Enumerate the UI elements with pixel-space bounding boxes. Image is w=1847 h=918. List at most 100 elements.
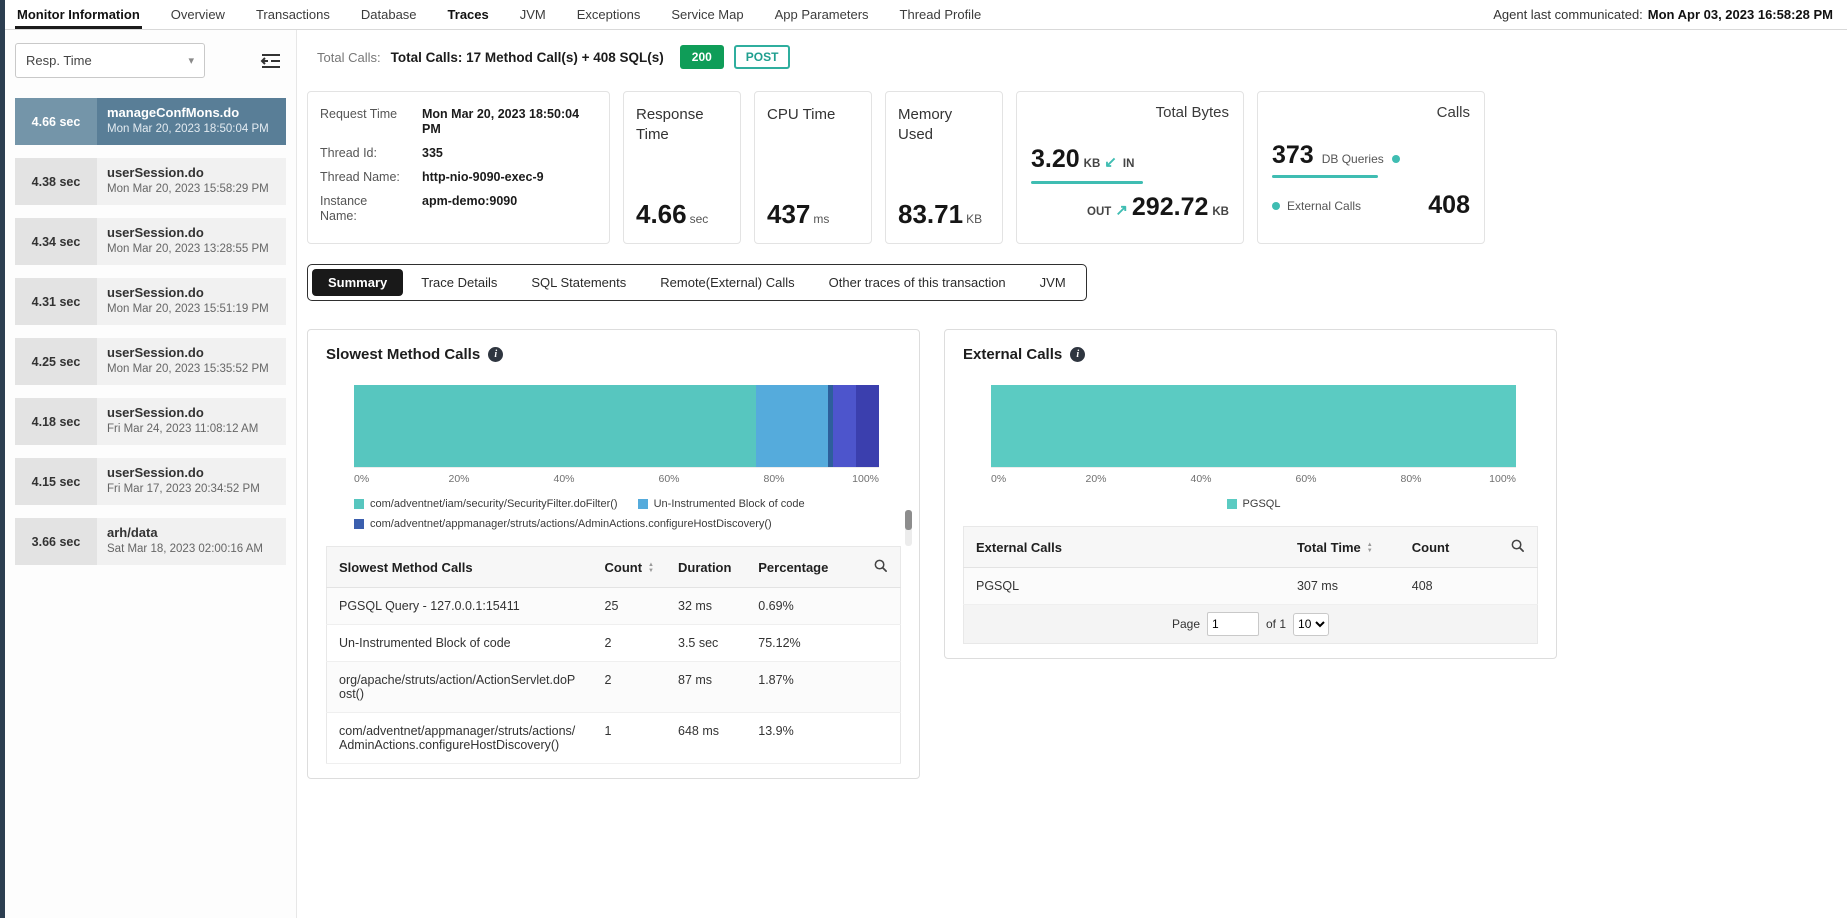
trace-detail-tabs: SummaryTrace DetailsSQL StatementsRemote… (307, 264, 1087, 301)
tab-jvm[interactable]: JVM (1024, 269, 1082, 296)
table-cell: 87 ms (666, 662, 746, 713)
trace-list-item[interactable]: 4.38 secuserSession.doMon Mar 20, 2023 1… (15, 158, 286, 205)
agent-timestamp: Mon Apr 03, 2023 16:58:28 PM (1648, 7, 1833, 22)
legend-item-un-instrumented-block-of-code: Un-Instrumented Block of code (638, 498, 805, 510)
bar-segment[interactable] (833, 385, 856, 467)
trace-list-item[interactable]: 4.15 secuserSession.doFri Mar 17, 2023 2… (15, 458, 286, 505)
axis-tick-label: 80% (1400, 473, 1421, 485)
nav-item-traces[interactable]: Traces (446, 0, 491, 29)
table-row[interactable]: com/adventnet/appmanager/struts/actions/… (327, 713, 901, 764)
trace-response-time: 4.66 sec (15, 98, 97, 145)
nav-item-monitor-information[interactable]: Monitor Information (15, 0, 142, 29)
tab-other-traces-of-this-transaction[interactable]: Other traces of this transaction (813, 269, 1022, 296)
column-header-total-time[interactable]: Total Time ▲▼ (1285, 527, 1400, 568)
trace-list-item[interactable]: 4.18 secuserSession.doFri Mar 24, 2023 1… (15, 398, 286, 445)
stat-card-value: 4.66sec (636, 199, 728, 230)
nav-item-jvm[interactable]: JVM (518, 0, 548, 29)
axis-tick-label: 60% (658, 473, 679, 485)
trace-list-item[interactable]: 3.66 secarh/dataSat Mar 18, 2023 02:00:1… (15, 518, 286, 565)
external-calls-label: External Calls (1287, 199, 1361, 213)
chart-legend: com/adventnet/iam/security/SecurityFilte… (354, 498, 894, 530)
trace-list-item[interactable]: 4.25 secuserSession.doMon Mar 20, 2023 1… (15, 338, 286, 385)
external-calls-panel-title: External Calls i (963, 346, 1538, 363)
table-cell: 307 ms (1285, 568, 1400, 605)
table-row[interactable]: PGSQL307 ms408 (964, 568, 1538, 605)
bar-segment-pgsql[interactable] (991, 385, 1516, 467)
total-calls-label: Total Calls: (317, 50, 381, 65)
info-icon[interactable]: i (488, 347, 503, 362)
table-row[interactable]: org/apache/struts/action/ActionServlet.d… (327, 662, 901, 713)
db-queries-label: DB Queries (1322, 152, 1384, 166)
tab-summary[interactable]: Summary (312, 269, 403, 296)
page-size-select[interactable]: 10 (1293, 613, 1329, 636)
column-header-external-calls: External Calls (964, 527, 1285, 568)
collapse-sidebar-icon[interactable] (256, 48, 286, 74)
trace-name: userSession.do (107, 165, 276, 180)
trace-timestamp: Sat Mar 18, 2023 02:00:16 AM (107, 543, 276, 555)
table-cell: 3.5 sec (666, 625, 746, 662)
trace-timestamp: Mon Mar 20, 2023 18:50:04 PM (107, 123, 276, 135)
bytes-out-unit: KB (1212, 206, 1229, 218)
table-cell: 2 (593, 662, 667, 713)
tab-remote-external-calls[interactable]: Remote(External) Calls (644, 269, 810, 296)
table-cell: PGSQL (964, 568, 1285, 605)
table-row[interactable]: PGSQL Query - 127.0.0.1:154112532 ms0.69… (327, 588, 901, 625)
search-icon[interactable] (1510, 538, 1525, 556)
trace-summary: userSession.doMon Mar 20, 2023 15:51:19 … (97, 278, 286, 325)
info-icon[interactable]: i (1070, 347, 1085, 362)
page-number-input[interactable] (1207, 612, 1259, 636)
search-icon[interactable] (873, 558, 888, 576)
stat-card-title: Response Time (636, 105, 728, 144)
legend-swatch-icon (1227, 499, 1237, 509)
page-of-label: of 1 (1266, 617, 1286, 631)
nav-item-transactions[interactable]: Transactions (254, 0, 332, 29)
table-body: PGSQL307 ms408 (964, 568, 1538, 605)
nav-item-app-parameters[interactable]: App Parameters (773, 0, 871, 29)
trace-list-item[interactable]: 4.66 sec manageConfMons.do Mon Mar 20, 202… (15, 98, 286, 145)
chevron-down-icon: ▾ (188, 54, 194, 67)
x-axis: 0%20%40%60%80%100% (991, 467, 1516, 488)
nav-item-database[interactable]: Database (359, 0, 419, 29)
nav-item-exceptions[interactable]: Exceptions (575, 0, 643, 29)
panel-title-text: External Calls (963, 346, 1062, 363)
sort-by-dropdown[interactable]: Resp. Time ▾ (15, 43, 205, 78)
trace-sidebar: Resp. Time ▾ 4.66 sec manageConfMons.do Mo… (5, 30, 297, 918)
agent-last-communicated: Agent last communicated: Mon Apr 03, 202… (1493, 0, 1847, 29)
table-cell: 1.87% (746, 662, 855, 713)
axis-tick-label: 40% (1190, 473, 1211, 485)
scrollbar-thumb[interactable] (905, 510, 912, 530)
bar-segment[interactable] (856, 385, 879, 467)
bar-segment-com-adventnet-iam-security-securityfilter-dofilter[interactable] (354, 385, 756, 467)
legend-swatch-icon (638, 499, 648, 509)
nav-item-overview[interactable]: Overview (169, 0, 227, 29)
nav-item-service-map[interactable]: Service Map (669, 0, 745, 29)
metric-cards-row: Request TimeMon Mar 20, 2023 18:50:04 PM… (307, 91, 1831, 244)
stat-card-unit: sec (690, 212, 709, 226)
trace-list-item[interactable]: 4.34 secuserSession.doMon Mar 20, 2023 1… (15, 218, 286, 265)
bytes-out-value: 292.72 (1132, 193, 1208, 222)
sort-icon[interactable]: ▲▼ (1367, 542, 1373, 554)
trace-response-time: 4.25 sec (15, 338, 97, 385)
table-cell-empty (855, 625, 901, 662)
sort-icon[interactable]: ▲▼ (648, 562, 654, 574)
trace-list-item[interactable]: 4.31 secuserSession.doMon Mar 20, 2023 1… (15, 278, 286, 325)
nav-item-thread-profile[interactable]: Thread Profile (898, 0, 984, 29)
legend-scrollbar[interactable] (905, 510, 912, 546)
trace-name: manageConfMons.do (107, 105, 276, 120)
column-header-label: Total Time (1297, 540, 1361, 555)
trace-timestamp: Mon Mar 20, 2023 15:58:29 PM (107, 183, 276, 195)
stat-card-unit: ms (813, 212, 829, 226)
table-header: External CallsTotal Time▲▼Count (964, 527, 1538, 568)
column-header-count[interactable]: Count▲▼ (593, 547, 667, 588)
tab-sql-statements[interactable]: SQL Statements (515, 269, 642, 296)
bar-segment-un-instrumented-block-of-code[interactable] (756, 385, 827, 467)
table-row[interactable]: Un-Instrumented Block of code23.5 sec75.… (327, 625, 901, 662)
status-code-badge: 200 (680, 45, 724, 69)
trace-summary: userSession.doMon Mar 20, 2023 13:28:55 … (97, 218, 286, 265)
db-queries-dot-icon (1392, 155, 1400, 163)
slowest-method-calls-chart: 0%20%40%60%80%100% com/adventnet/iam/sec… (354, 385, 879, 530)
total-bytes-title: Total Bytes (1031, 104, 1229, 121)
tab-trace-details[interactable]: Trace Details (405, 269, 513, 296)
request-field-thread-name: Thread Name:http-nio-9090-exec-9 (320, 170, 597, 185)
request-field-value: Mon Mar 20, 2023 18:50:04 PM (422, 107, 597, 137)
